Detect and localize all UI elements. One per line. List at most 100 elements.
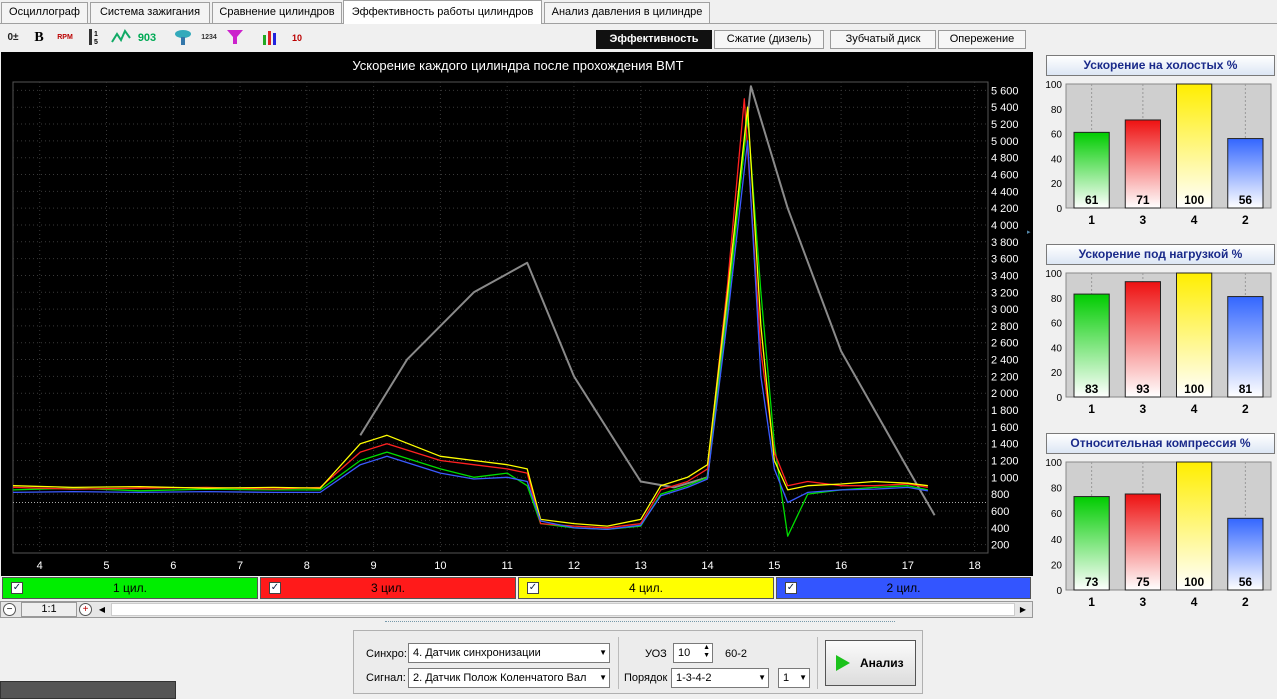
zoom-level: 1:1 bbox=[21, 602, 77, 617]
bar bbox=[1124, 281, 1161, 398]
zero-adjust-icon[interactable]: 0± bbox=[2, 27, 24, 49]
y-tick-label: 1 800 bbox=[991, 405, 1019, 417]
checkbox-icon[interactable]: ✓ bbox=[11, 582, 23, 594]
bar-value-label: 75 bbox=[1136, 575, 1150, 589]
order-index-select[interactable]: 1 ▼ bbox=[778, 668, 810, 688]
legend-cyl-4[interactable]: ✓ 4 цил. bbox=[518, 577, 774, 599]
teeth-label: 60-2 bbox=[725, 648, 748, 660]
mode-advance[interactable]: Опережение bbox=[938, 30, 1026, 49]
x-tick-label: 17 bbox=[902, 560, 914, 572]
horizontal-scrollbar[interactable]: − 1:1 + ◀ ▶ bbox=[0, 601, 1033, 618]
x-tick-label: 14 bbox=[701, 560, 713, 572]
category-label: 4 bbox=[1191, 402, 1198, 416]
y-tick-label: 80 bbox=[1051, 105, 1063, 116]
legend-cyl-3[interactable]: ✓ 3 цил. bbox=[260, 577, 516, 599]
bar-chart-icon[interactable] bbox=[260, 27, 282, 49]
checkbox-icon[interactable]: ✓ bbox=[269, 582, 281, 594]
scroll-thumb[interactable] bbox=[111, 603, 1015, 616]
uoz-stepper[interactable]: 10 ▲ ▼ bbox=[673, 643, 713, 663]
divider bbox=[618, 637, 619, 689]
y-tick-label: 2 600 bbox=[991, 338, 1019, 350]
chevron-down-icon: ▼ bbox=[758, 673, 766, 682]
sync-label: Синхро: bbox=[366, 648, 407, 660]
index-icon[interactable]: 1234 bbox=[198, 27, 220, 49]
splitter-arrow-icon[interactable]: ▸ bbox=[1027, 228, 1033, 242]
category-label: 2 bbox=[1242, 213, 1249, 227]
chevron-down-icon: ▼ bbox=[599, 673, 607, 682]
y-tick-label: 600 bbox=[991, 506, 1009, 518]
x-tick-label: 8 bbox=[304, 560, 310, 572]
wave-icon[interactable] bbox=[110, 27, 132, 49]
y-tick-label: 3 400 bbox=[991, 270, 1019, 282]
bar-value-label: 56 bbox=[1239, 575, 1253, 589]
category-label: 4 bbox=[1191, 595, 1198, 609]
legend-cyl-2[interactable]: ✓ 2 цил. bbox=[776, 577, 1031, 599]
export-icon[interactable]: 10 bbox=[286, 27, 308, 49]
y-tick-label: 1 400 bbox=[991, 439, 1019, 451]
signal-select[interactable]: 2. Датчик Полож Коленчатого Вал ▼ bbox=[408, 668, 610, 688]
category-label: 1 bbox=[1088, 213, 1095, 227]
zoom-out-icon[interactable]: − bbox=[3, 603, 16, 616]
filter-icon[interactable] bbox=[172, 27, 194, 49]
rpm-icon[interactable]: RPM bbox=[54, 27, 76, 49]
y-tick-label: 40 bbox=[1051, 154, 1063, 165]
panel-title: Ускорение под нагрузкой % bbox=[1046, 244, 1275, 265]
y-tick-label: 100 bbox=[1045, 269, 1062, 280]
panel-idle-acceleration: Ускорение на холостых % 0 20 40 60 80 100 61 1 7… bbox=[1044, 54, 1277, 234]
mode-gear-disk[interactable]: Зубчатый диск bbox=[830, 30, 936, 49]
y-tick-label: 400 bbox=[991, 523, 1009, 535]
bar bbox=[1176, 83, 1213, 209]
y-tick-label: 4 800 bbox=[991, 153, 1019, 165]
firing-order-select[interactable]: 1-3-4-2 ▼ bbox=[671, 668, 769, 688]
x-tick-label: 12 bbox=[568, 560, 580, 572]
main-chart[interactable]: Ускорение каждого цилиндра после прохожд… bbox=[1, 52, 1033, 576]
main-chart-svg: Ускорение каждого цилиндра после прохожд… bbox=[12, 58, 1019, 572]
scroll-left-icon[interactable]: ◀ bbox=[95, 602, 109, 617]
category-label: 2 bbox=[1242, 402, 1249, 416]
control-panel: Синхро: 4. Датчик синхронизации ▼ Сигнал:… bbox=[353, 630, 923, 694]
y-tick-label: 200 bbox=[991, 540, 1009, 552]
category-label: 4 bbox=[1191, 213, 1198, 227]
y-tick-label: 5 200 bbox=[991, 119, 1019, 131]
chevron-down-icon: ▼ bbox=[599, 648, 607, 657]
y-tick-label: 20 bbox=[1051, 179, 1063, 190]
bar-value-label: 100 bbox=[1184, 575, 1204, 589]
y-tick-label: 1 000 bbox=[991, 472, 1019, 484]
x-tick-label: 5 bbox=[103, 560, 109, 572]
bold-b-icon[interactable]: B bbox=[28, 27, 50, 49]
sync-select[interactable]: 4. Датчик синхронизации ▼ bbox=[408, 643, 610, 663]
x-tick-label: 16 bbox=[835, 560, 847, 572]
mode-diesel-compression[interactable]: Сжатие (дизель) bbox=[714, 30, 824, 49]
analyze-button[interactable]: Анализ bbox=[825, 640, 916, 686]
funnel-icon[interactable] bbox=[224, 27, 246, 49]
tab-oscilloscope[interactable]: Осциллограф bbox=[1, 2, 88, 23]
taskbar-thumbnail bbox=[0, 681, 176, 699]
scale-icon[interactable]: 15 bbox=[86, 27, 108, 49]
checkbox-icon[interactable]: ✓ bbox=[527, 582, 539, 594]
bar-value-label: 73 bbox=[1085, 575, 1099, 589]
y-tick-label: 4 000 bbox=[991, 220, 1019, 232]
tab-ignition[interactable]: Система зажигания bbox=[90, 2, 210, 23]
bar-value-label: 93 bbox=[1136, 382, 1150, 396]
y-tick-label: 80 bbox=[1051, 484, 1063, 495]
y-tick-label: 4 400 bbox=[991, 186, 1019, 198]
svg-text:1: 1 bbox=[94, 31, 98, 38]
yo3-icon[interactable]: 903 bbox=[136, 27, 158, 49]
tab-pressure-analysis[interactable]: Анализ давления в цилиндре bbox=[544, 2, 710, 23]
legend-cyl-1[interactable]: ✓ 1 цил. bbox=[2, 577, 258, 599]
bar-value-label: 71 bbox=[1136, 193, 1150, 207]
x-tick-label: 15 bbox=[768, 560, 780, 572]
tab-cylinder-compare[interactable]: Сравнение цилиндров bbox=[212, 2, 342, 23]
tab-cylinder-efficiency[interactable]: Эффективность работы цилиндров bbox=[343, 0, 542, 24]
y-tick-label: 3 200 bbox=[991, 287, 1019, 299]
y-tick-label: 2 800 bbox=[991, 321, 1019, 333]
checkbox-icon[interactable]: ✓ bbox=[785, 582, 797, 594]
x-tick-label: 9 bbox=[371, 560, 377, 572]
y-tick-label: 5 400 bbox=[991, 102, 1019, 114]
zoom-in-icon[interactable]: + bbox=[79, 603, 92, 616]
panel-splitter[interactable] bbox=[385, 621, 895, 627]
scroll-right-icon[interactable]: ▶ bbox=[1016, 602, 1030, 617]
mode-efficiency[interactable]: Эффективность bbox=[596, 30, 712, 49]
relative-compression-chart: 0 20 40 60 80 100 73 1 75 3 100 4 56 2 bbox=[1045, 458, 1272, 609]
y-tick-label: 20 bbox=[1051, 368, 1063, 379]
